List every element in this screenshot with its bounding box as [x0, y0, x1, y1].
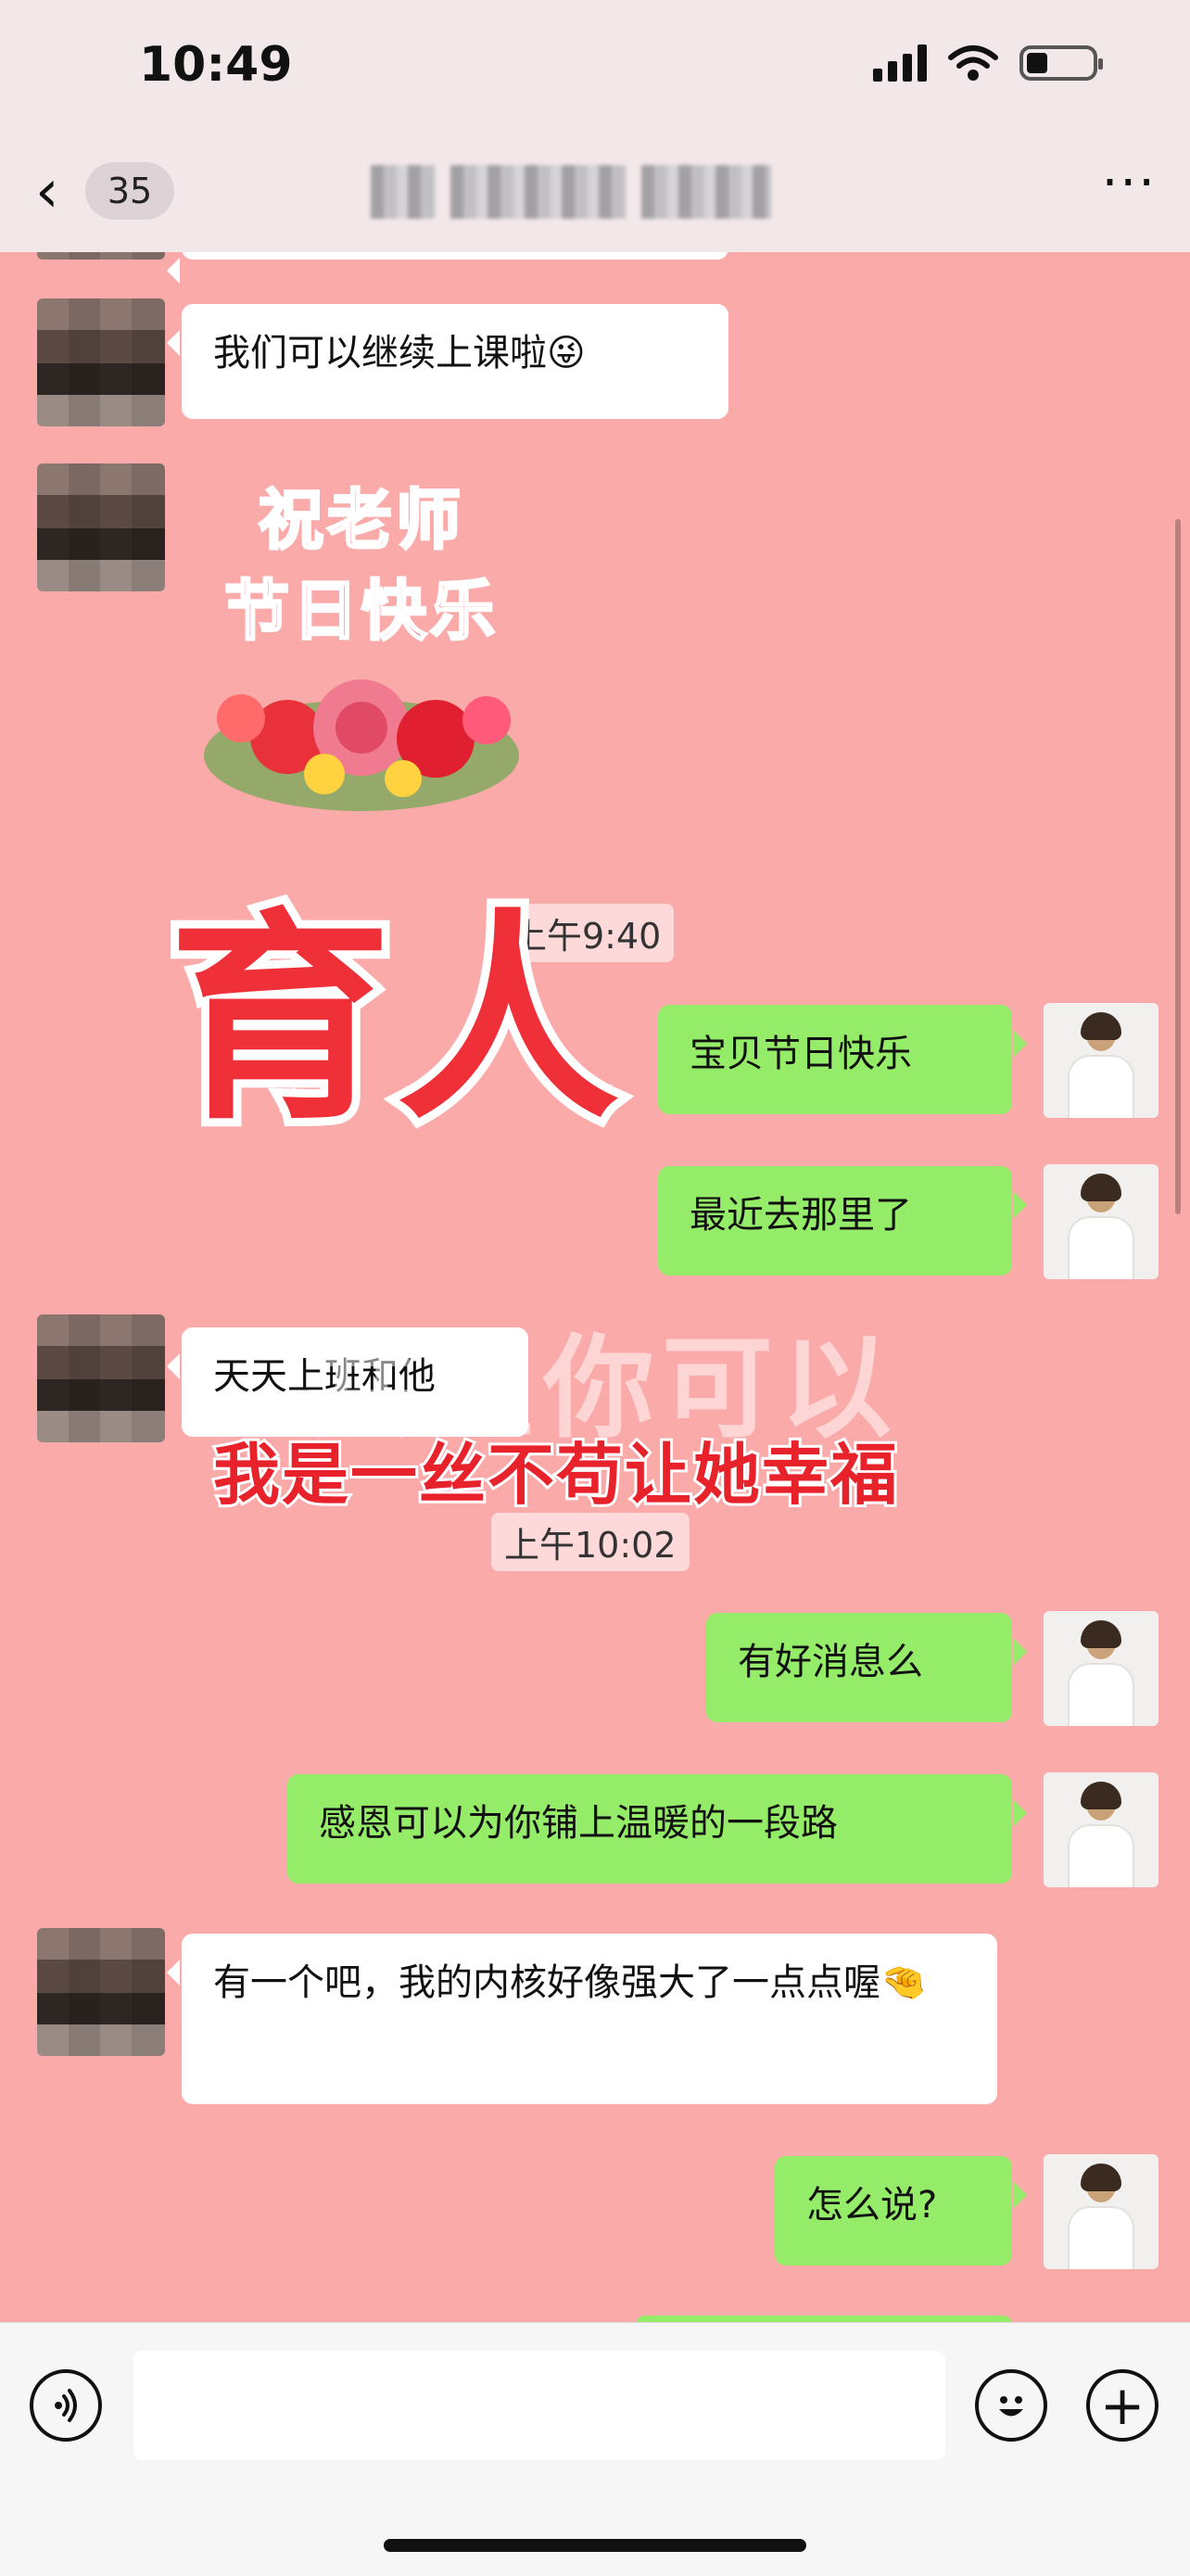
- message-text: 怎么说?: [806, 2184, 938, 2227]
- emoji-icon[interactable]: [975, 2369, 1047, 2442]
- chevron-left-icon[interactable]: ‹: [35, 162, 59, 222]
- message-bubble-outgoing[interactable]: 有好消息么: [706, 1613, 1027, 1722]
- avatar[interactable]: [37, 463, 165, 591]
- battery-icon: [1019, 45, 1103, 81]
- voice-icon[interactable]: [30, 2369, 102, 2442]
- message-text: 最近去那里了: [690, 1194, 912, 1237]
- message-bubble-incoming[interactable]: 有一个吧，我的内核好像强大了一点点喔🤏: [167, 1934, 997, 2104]
- signal-icon: [873, 44, 927, 82]
- message-bubble-incoming[interactable]: 我们可以继续上课啦😜: [167, 304, 728, 419]
- overlay-headline: 育人: [160, 890, 627, 1149]
- avatar[interactable]: [1044, 1772, 1158, 1887]
- avatar[interactable]: [1044, 1164, 1158, 1279]
- message-text: 宝贝节日快乐: [690, 1033, 912, 1075]
- message-input[interactable]: [133, 2351, 945, 2460]
- message-text: 感恩可以为你铺上温暖的一段路: [319, 1802, 838, 1845]
- avatar[interactable]: [1044, 2154, 1158, 2269]
- avatar[interactable]: [1044, 1003, 1158, 1118]
- more-icon[interactable]: ···: [1102, 153, 1157, 213]
- chat-header: 10:49 ‹ 35 ···: [0, 0, 1190, 252]
- scrollbar[interactable]: [1175, 519, 1181, 1214]
- overlay-caption: 我是一丝不苟让她幸福: [210, 1433, 900, 1516]
- message-text: 有一个吧，我的内核好像强大了一点点喔🤏: [213, 1961, 927, 2004]
- flower-bouquet-icon: [204, 679, 519, 811]
- message-bubble-outgoing[interactable]: 怎么说?: [775, 2156, 1027, 2265]
- avatar[interactable]: [37, 298, 165, 426]
- smiley-face-icon: [999, 2396, 1023, 2417]
- input-toolbar: +: [0, 2322, 1190, 2576]
- message-bubble-outgoing[interactable]: 最近去那里了: [658, 1166, 1027, 1275]
- avatar[interactable]: [1044, 1611, 1158, 1726]
- home-indicator: [384, 2539, 806, 2552]
- holiday-sticker[interactable]: 祝老师 节日快乐: [185, 468, 538, 820]
- status-time: 10:49: [139, 37, 293, 93]
- avatar[interactable]: [37, 1314, 165, 1442]
- unread-count-badge[interactable]: 35: [85, 162, 174, 220]
- chat-title-redacted: [371, 165, 816, 219]
- sticker-line-1: 祝老师: [258, 481, 464, 560]
- avatar[interactable]: [37, 1928, 165, 2056]
- timestamp: 上午10:02: [491, 1513, 690, 1571]
- wifi-icon: [948, 45, 998, 81]
- message-text: 有好消息么: [738, 1641, 923, 1683]
- voice-waves-icon: [55, 2389, 77, 2422]
- message-text: 我们可以继续上课啦😜: [213, 332, 586, 374]
- message-bubble-outgoing[interactable]: 宝贝节日快乐: [658, 1005, 1027, 1114]
- plus-icon[interactable]: +: [1086, 2369, 1158, 2442]
- status-icons: [873, 44, 1103, 82]
- sticker-line-2: 节日快乐: [223, 572, 499, 651]
- message-bubble-outgoing[interactable]: 感恩可以为你铺上温暖的一段路: [287, 1774, 1027, 1884]
